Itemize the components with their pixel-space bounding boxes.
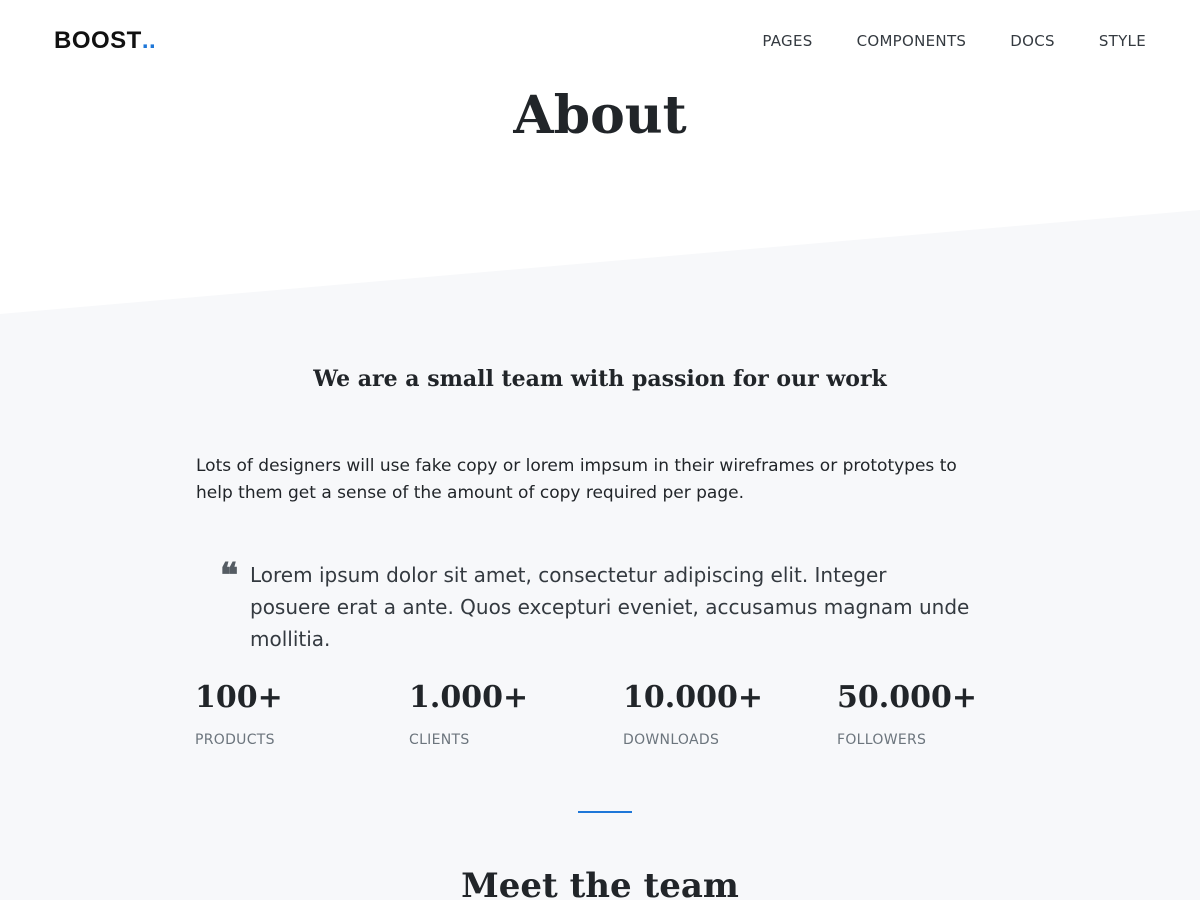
brand-name: BOOST bbox=[54, 27, 142, 54]
nav-item-pages[interactable]: PAGES bbox=[762, 32, 812, 50]
stat-clients: 1.000+ CLIENTS bbox=[409, 680, 623, 748]
brand-dots: .. bbox=[141, 27, 157, 54]
stat-value: 1.000+ bbox=[409, 680, 529, 715]
nav-item-docs[interactable]: DOCS bbox=[1010, 32, 1055, 50]
page-content: About We are a small team with passion f… bbox=[0, 0, 1200, 906]
stat-products: 100+ PRODUCTS bbox=[195, 680, 409, 748]
stat-value: 100+ bbox=[195, 680, 283, 715]
stat-downloads: 10.000+ DOWNLOADS bbox=[623, 680, 837, 748]
main-nav: PAGES COMPONENTS DOCS STYLE bbox=[718, 32, 1146, 50]
stat-label: FOLLOWERS bbox=[837, 732, 927, 748]
stat-value: 10.000+ bbox=[623, 680, 763, 715]
stats-row: 100+ PRODUCTS 1.000+ CLIENTS 10.000+ DOW… bbox=[195, 680, 1055, 748]
site-header: BOOST.. PAGES COMPONENTS DOCS STYLE bbox=[0, 0, 1200, 82]
blockquote: ❝ Lorem ipsum dolor sit amet, consectetu… bbox=[220, 559, 980, 655]
team-heading: Meet the team bbox=[461, 866, 739, 906]
nav-item-style[interactable]: STYLE bbox=[1099, 32, 1146, 50]
stat-label: CLIENTS bbox=[409, 732, 470, 748]
page-title: About bbox=[513, 85, 687, 146]
section-subtitle: We are a small team with passion for our… bbox=[313, 366, 887, 392]
quote-icon: ❝ bbox=[220, 556, 239, 596]
brand-logo[interactable]: BOOST.. bbox=[54, 27, 156, 55]
stat-followers: 50.000+ FOLLOWERS bbox=[837, 680, 1051, 748]
nav-item-components[interactable]: COMPONENTS bbox=[857, 32, 967, 50]
quote-text: Lorem ipsum dolor sit amet, consectetur … bbox=[250, 563, 970, 651]
section-divider bbox=[578, 811, 632, 813]
stat-value: 50.000+ bbox=[837, 680, 977, 715]
intro-paragraph: Lots of designers will use fake copy or … bbox=[196, 456, 957, 503]
stat-label: DOWNLOADS bbox=[623, 732, 720, 748]
stat-label: PRODUCTS bbox=[195, 732, 275, 748]
